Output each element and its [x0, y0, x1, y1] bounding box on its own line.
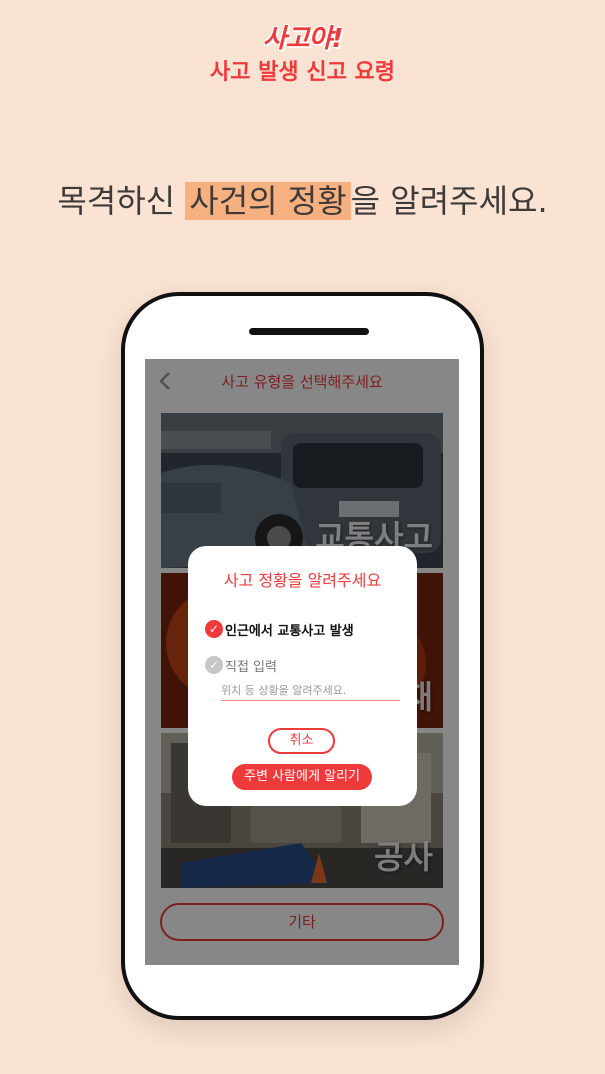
page-headline: 목격하신 사건의 정황 을 알려주세요.: [0, 176, 605, 222]
phone-speaker: [249, 328, 369, 335]
option-label: 인근에서 교통사고 발생: [225, 624, 354, 639]
phone-mockup: 사고 유형을 선택해주세요 교통사고 공사 기타 사고 정황을 알려주세요 ✓ …: [121, 292, 484, 1020]
phone-screen: 사고 유형을 선택해주세요 교통사고 공사 기타 사고 정황을 알려주세요 ✓ …: [145, 359, 459, 965]
check-circle-icon: ✓: [205, 620, 223, 638]
dialog-title: 사고 정황을 알려주세요: [223, 571, 382, 590]
incident-dialog: 사고 정황을 알려주세요 ✓ 인근에서 교통사고 발생 ✓ 직접 입력 취소 주…: [188, 546, 417, 806]
headline-text-after: 을 알려주세요.: [350, 182, 548, 220]
situation-input[interactable]: [221, 681, 400, 701]
notify-nearby-button[interactable]: 주변 사람에게 알리기: [232, 764, 372, 790]
page-subtitle: 사고 발생 신고 요령: [210, 60, 395, 85]
cancel-button[interactable]: 취소: [268, 728, 335, 754]
headline-text-before: 목격하신: [57, 182, 186, 220]
option-label: 직접 입력: [225, 660, 277, 675]
app-logo: 사고야!: [262, 24, 344, 54]
check-circle-icon: ✓: [205, 656, 223, 674]
headline-highlight: 사건의 정황: [185, 182, 351, 220]
